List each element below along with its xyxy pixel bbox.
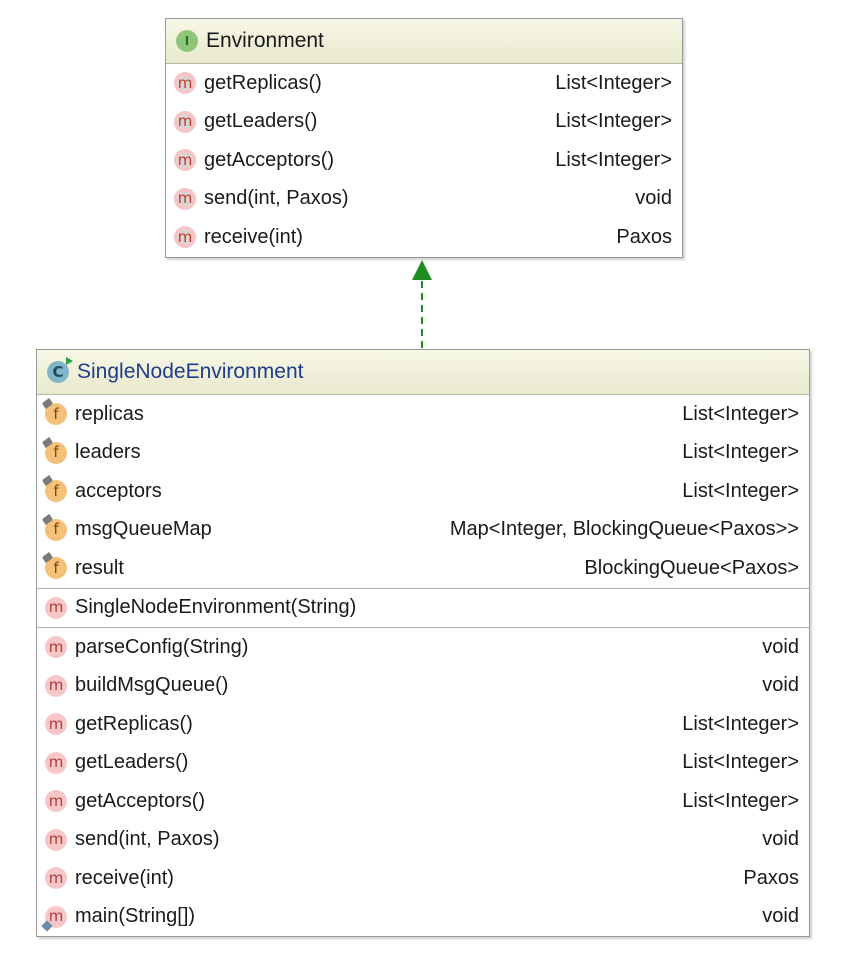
- method-row[interactable]: m parseConfig(String) void: [37, 628, 809, 667]
- method-icon: m: [45, 790, 67, 813]
- field-type: Map<Integer, BlockingQueue<Paxos>>: [449, 518, 799, 541]
- class-icon: C: [47, 357, 73, 383]
- method-icon: m: [45, 636, 67, 659]
- constructor-name: SingleNodeEnvironment(String): [75, 596, 357, 619]
- method-name: getAcceptors(): [75, 789, 206, 812]
- class-methods: m parseConfig(String) void m buildMsgQue…: [37, 628, 809, 936]
- class-constructors: m SingleNodeEnvironment(String): [37, 589, 809, 628]
- field-name: leaders: [75, 441, 141, 464]
- package-method-icon: m: [41, 905, 67, 932]
- method-return-type: void: [762, 828, 799, 851]
- method-return-type: List<Integer>: [682, 751, 799, 774]
- method-name: getReplicas(): [75, 712, 193, 735]
- field-type: BlockingQueue<Paxos>: [584, 556, 799, 579]
- field-type: List<Integer>: [682, 441, 799, 464]
- field-row[interactable]: f leaders List<Integer>: [37, 434, 809, 473]
- arrow-head-icon: [412, 260, 432, 280]
- field-row[interactable]: f result BlockingQueue<Paxos>: [37, 549, 809, 588]
- field-row[interactable]: f replicas List<Integer>: [37, 395, 809, 434]
- method-row[interactable]: m getLeaders() List<Integer>: [37, 744, 809, 783]
- method-name: getLeaders(): [75, 751, 189, 774]
- method-name: send(int, Paxos): [75, 828, 220, 851]
- method-icon: m: [45, 867, 67, 890]
- field-icon: f: [41, 436, 67, 464]
- method-return-type: void: [762, 635, 799, 658]
- field-name: acceptors: [75, 479, 162, 502]
- class-fields: f replicas List<Integer> f leaders List<…: [37, 395, 809, 588]
- field-icon: f: [41, 552, 67, 580]
- class-title: SingleNodeEnvironment: [77, 360, 304, 383]
- field-icon: f: [41, 475, 67, 503]
- method-name: parseConfig(String): [75, 635, 249, 658]
- class-header[interactable]: C SingleNodeEnvironment: [37, 350, 809, 395]
- method-name: main(String[]): [75, 905, 196, 928]
- constructor-row[interactable]: m SingleNodeEnvironment(String): [37, 589, 809, 628]
- field-row[interactable]: f acceptors List<Integer>: [37, 472, 809, 511]
- method-row[interactable]: m main(String[]) void: [37, 898, 809, 937]
- field-icon: f: [41, 398, 67, 426]
- field-icon: f: [41, 513, 67, 541]
- method-return-type: List<Integer>: [682, 789, 799, 812]
- method-row[interactable]: m send(int, Paxos) void: [37, 821, 809, 860]
- field-type: List<Integer>: [682, 479, 799, 502]
- method-icon: m: [45, 596, 67, 619]
- method-return-type: Paxos: [743, 866, 799, 889]
- field-type: List<Integer>: [682, 402, 799, 425]
- field-name: msgQueueMap: [75, 518, 212, 541]
- method-return-type: void: [762, 674, 799, 697]
- method-icon: m: [45, 751, 67, 774]
- method-row[interactable]: m buildMsgQueue() void: [37, 667, 809, 706]
- field-row[interactable]: f msgQueueMap Map<Integer, BlockingQueue…: [37, 511, 809, 550]
- method-return-type: void: [762, 905, 799, 928]
- method-name: receive(int): [75, 866, 174, 889]
- method-row[interactable]: m getAcceptors() List<Integer>: [37, 782, 809, 821]
- method-name: buildMsgQueue(): [75, 674, 229, 697]
- method-icon: m: [45, 828, 67, 851]
- field-name: replicas: [75, 402, 144, 425]
- field-name: result: [75, 556, 124, 579]
- class-box[interactable]: C SingleNodeEnvironment f replicas List<…: [36, 349, 810, 937]
- method-row[interactable]: m getReplicas() List<Integer>: [37, 705, 809, 744]
- method-icon: m: [45, 674, 67, 697]
- method-icon: m: [45, 713, 67, 736]
- method-return-type: List<Integer>: [682, 712, 799, 735]
- method-row[interactable]: m receive(int) Paxos: [37, 859, 809, 898]
